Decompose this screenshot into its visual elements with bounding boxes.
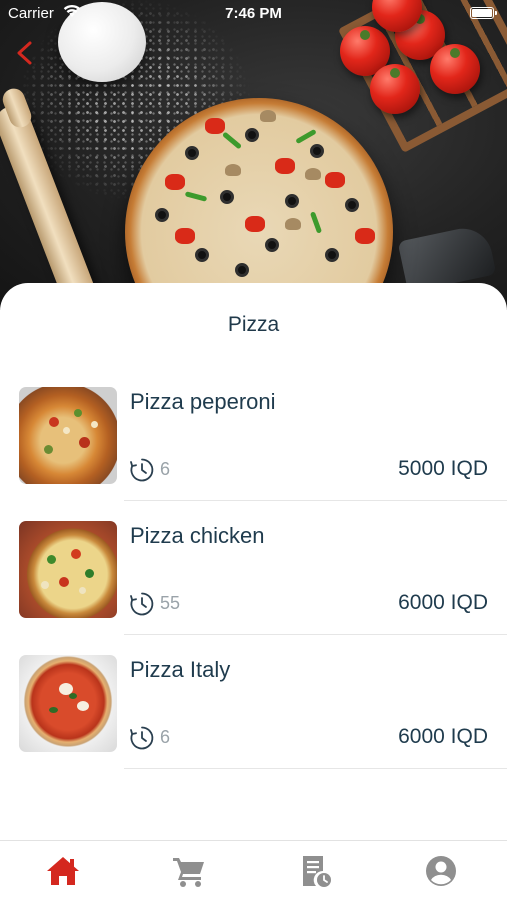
olive-topping — [265, 238, 279, 252]
olive-topping — [285, 194, 299, 208]
tab-profile[interactable] — [378, 841, 504, 900]
topping-dot — [47, 555, 56, 564]
list-item[interactable]: Pizza peperoni 6 5000 IQD — [0, 383, 507, 517]
mushroom-topping — [260, 110, 276, 122]
olive-topping — [325, 248, 339, 262]
pepperoni-topping — [325, 172, 345, 188]
pizza-peperoni-image — [19, 387, 117, 484]
cart-icon — [173, 858, 204, 887]
tomato — [430, 44, 480, 94]
status-time: 7:46 PM — [225, 5, 282, 22]
timer-icon — [130, 726, 154, 750]
item-price: 6000 IQD — [398, 591, 488, 614]
page-title: Pizza — [227, 313, 280, 336]
pizza-italy-image — [19, 655, 117, 752]
battery-icon — [470, 7, 494, 19]
tab-bar — [0, 840, 507, 900]
back-button[interactable] — [10, 38, 40, 68]
topping-dot — [49, 707, 58, 713]
pizza-chicken-image — [19, 521, 117, 618]
pepperoni-topping — [275, 158, 295, 174]
divider — [124, 768, 507, 769]
topping-dot — [44, 445, 53, 454]
topping-dot — [71, 549, 81, 559]
mushroom-topping — [225, 164, 241, 176]
divider — [124, 500, 507, 501]
profile-icon — [426, 856, 456, 886]
mushroom-topping — [305, 168, 321, 180]
content-sheet: Pizza Pizza peperoni 6 5000 IQD Pizza ch… — [0, 283, 507, 900]
olive-topping — [185, 146, 199, 160]
pepper-topping — [221, 131, 243, 150]
item-name: Pizza peperoni — [130, 389, 276, 414]
topping-dot — [41, 581, 49, 589]
topping-dot — [74, 409, 82, 417]
olive-topping — [220, 190, 234, 204]
list-item[interactable]: Pizza Italy 6 6000 IQD — [0, 651, 507, 785]
topping-dot — [77, 701, 89, 711]
prep-time: 55 — [160, 593, 181, 613]
timer-icon — [130, 458, 154, 482]
tab-orders[interactable] — [252, 841, 378, 900]
tomato — [370, 64, 420, 114]
timer-icon — [130, 592, 154, 616]
olive-topping — [245, 128, 259, 142]
topping-dot — [49, 417, 59, 427]
olive-topping — [195, 248, 209, 262]
pepperoni-topping — [205, 118, 225, 134]
topping-dot — [69, 693, 77, 699]
prep-time: 6 — [160, 459, 171, 479]
topping-dot — [79, 437, 90, 448]
topping-dot — [63, 427, 70, 434]
battery-cap — [495, 11, 497, 15]
home-icon — [47, 857, 79, 885]
tab-home[interactable] — [0, 841, 126, 900]
pepperoni-topping — [245, 216, 265, 232]
item-name: Pizza Italy — [130, 657, 231, 682]
status-bar: Carrier 7:46 PM — [0, 0, 507, 28]
tab-cart[interactable] — [126, 841, 252, 900]
olive-topping — [310, 144, 324, 158]
hero-image — [0, 0, 507, 310]
olive-topping — [345, 198, 359, 212]
item-price: 5000 IQD — [398, 457, 488, 480]
list-item[interactable]: Pizza chicken 55 6000 IQD — [0, 517, 507, 651]
item-name: Pizza chicken — [130, 523, 265, 548]
prep-time: 6 — [160, 727, 171, 747]
olive-topping — [155, 208, 169, 222]
pepper-topping — [295, 128, 317, 145]
olive-topping — [235, 263, 249, 277]
topping-dot — [85, 569, 94, 578]
item-price: 6000 IQD — [398, 725, 488, 748]
topping-dot — [59, 577, 69, 587]
topping-dot — [91, 421, 98, 428]
divider — [124, 634, 507, 635]
battery-level — [472, 9, 492, 17]
chevron-left-icon — [17, 41, 32, 65]
pepperoni-topping — [355, 228, 375, 244]
topping-dot — [79, 587, 86, 594]
orders-icon — [303, 856, 331, 887]
mushroom-topping — [285, 218, 301, 230]
pepperoni-topping — [175, 228, 195, 244]
pepper-topping — [309, 211, 323, 234]
pepperoni-topping — [165, 174, 185, 190]
pepper-topping — [184, 191, 208, 202]
